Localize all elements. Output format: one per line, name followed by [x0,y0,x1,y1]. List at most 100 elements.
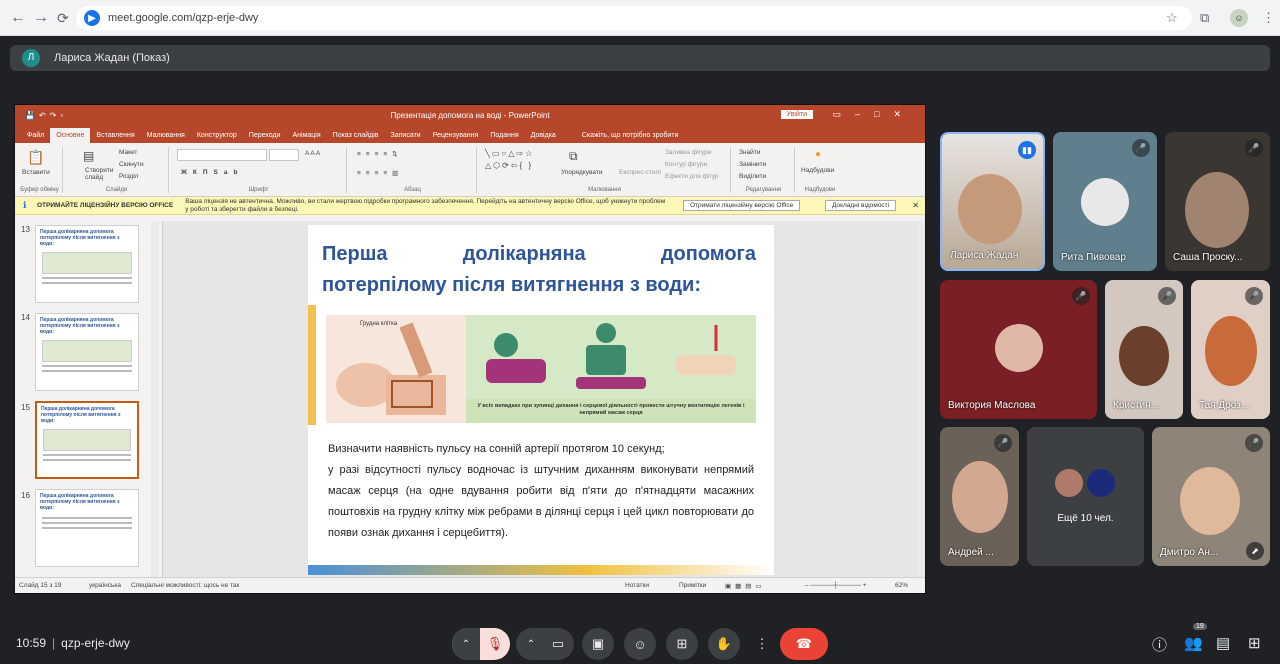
participant-tile[interactable]: 🎤 Саша Проску... [1165,132,1270,271]
reactions-button[interactable]: ☺ [624,628,656,660]
comments-button[interactable]: Примітки [679,582,706,589]
shape-outline-button[interactable]: Контур фігури [665,161,707,168]
present-icon: ⊞ [676,636,688,651]
close-icon[interactable]: ✕ [912,201,919,210]
chevron-up-icon[interactable]: ⌃ [452,628,480,660]
notes-button[interactable]: Нотатки [625,582,649,589]
list-icons[interactable]: ≡≡≡≡⇅ [357,150,403,158]
zoom-slider[interactable]: – ─────┼───── + [805,582,867,589]
mic-off-icon[interactable]: 🎙 [480,636,510,652]
paste-icon[interactable]: 📋 [27,149,44,166]
forward-icon[interactable]: → [33,9,49,27]
replace-button[interactable]: Замінити [739,161,766,168]
shapes-gallery[interactable]: ╲▭○△⇨☆ [485,149,534,158]
login-button[interactable]: Увійти [780,110,813,119]
thumbnail-scrollbar[interactable] [151,221,159,579]
bookmark-star-icon[interactable]: ☆ [1166,10,1178,26]
address-bar[interactable]: ▶ meet.google.com/qzp-erje-dwy [76,6,1192,30]
font-family-select[interactable] [177,149,267,161]
ribbon-tab[interactable]: Конструктор [191,132,243,143]
ribbon-tab[interactable]: Записати [385,132,427,143]
more-participants-tile[interactable]: Ещё 10 чел. [1027,427,1144,566]
chevron-up-icon[interactable]: ⌃ [518,639,544,650]
camera-icon[interactable]: ▭ [544,636,572,652]
addins-button[interactable]: Надбудови [801,167,834,174]
font-format-icons[interactable]: ЖКПSab [181,169,243,176]
camera-control[interactable]: ⌃ ▭ [516,628,574,660]
reset-button[interactable]: Скинути [119,161,144,168]
slide-thumbnail[interactable]: Перша долікарняна допомога потерпілому п… [35,489,139,567]
window-controls[interactable]: ▭–□✕ [833,109,916,120]
arrange-button[interactable]: Упорядкувати [561,169,602,176]
more-info-button[interactable]: Докладні відомості [825,200,897,211]
time-text: 10:59 [16,636,47,650]
ribbon-tab[interactable]: Малювання [141,132,191,143]
participant-tile[interactable]: 🎤 Виктория Маслова [940,280,1097,419]
addins-icon[interactable]: ● [815,149,821,160]
info-icon[interactable]: ⓘ [1152,634,1167,655]
profile-avatar[interactable]: ☺ [1230,9,1248,27]
arrange-icon[interactable]: ⧉ [569,149,578,164]
new-slide-icon[interactable]: ▤ [83,149,94,163]
thumb-image [43,429,131,451]
slide-scrollbar[interactable] [917,221,925,579]
select-button[interactable]: Виділити [739,173,766,180]
ribbon-tab[interactable]: Показ слайдів [327,132,385,143]
layout-button[interactable]: Макет [119,149,137,156]
present-button[interactable]: ⊞ [666,628,698,660]
section-button[interactable]: Розділ [119,173,138,180]
shape-fill-button[interactable]: Заливка фігури [665,149,711,156]
shape-effects-button[interactable]: Ефекти для фігур [665,173,719,180]
find-button[interactable]: Знайти [739,149,760,156]
view-icons[interactable]: ▣▦▤▭ [725,582,766,590]
font-size-icons[interactable]: A A A [305,150,320,157]
ribbon-tab[interactable]: Рецензування [427,132,485,143]
activities-icon[interactable]: ⊞ [1248,634,1261,652]
slide-thumbnail[interactable]: Перша долікарняна допомога потерпілому п… [35,313,139,391]
slide-thumbnail[interactable]: Перша долікарняна допомога потерпілому п… [35,225,139,303]
participant-tile[interactable]: 🎤 Андрей ... [940,427,1019,566]
participant-tile[interactable]: ▮▮ Лариса Жадан [940,132,1045,271]
language-status[interactable]: українська [89,582,121,589]
align-icons[interactable]: ≡≡≡≡▥ [357,169,403,177]
ribbon-tab[interactable]: Подання [484,132,524,143]
shapes-gallery-row2[interactable]: △⬡⟳⇦{ } [485,161,533,170]
mic-off-icon: 🎤 [1132,139,1150,157]
paste-button[interactable]: Вставити [22,169,50,176]
captions-button[interactable]: ▣ [582,628,614,660]
ribbon-tab[interactable]: Файл [21,132,50,143]
participant-tile[interactable]: 🎤 Кристин... [1105,280,1183,419]
get-license-button[interactable]: Отримати ліцензійну версію Office [683,200,801,211]
slide-thumbnail-selected[interactable]: Перша долікарняна допомога потерпілому п… [35,401,139,479]
participant-tile[interactable]: 🎤 Рита Пивовар [1053,132,1157,271]
ribbon-tab[interactable]: Довідка [525,132,562,143]
emoji-icon: ☺ [633,636,647,652]
browser-menu-icon[interactable]: ⋮ [1262,10,1275,26]
ribbon-tab[interactable]: Анімація [287,132,327,143]
new-slide-button[interactable]: Створити слайд [85,167,115,181]
mic-control[interactable]: ⌃ 🎙 [452,628,510,660]
people-icon[interactable]: 👥 [1184,634,1203,652]
ribbon-tab[interactable]: Вставлення [90,132,140,143]
more-options-button[interactable]: ⋮ [750,628,774,660]
participant-tile[interactable]: 🎤 Тая Дроз... [1191,280,1270,419]
participant-tile[interactable]: 🎤 Дмитро Ан... ⬈ [1152,427,1270,566]
zoom-level[interactable]: 62% [895,582,908,589]
ribbon-tab[interactable]: Основне [50,128,91,143]
ribbon-tab[interactable]: Переходи [243,132,287,143]
current-slide[interactable]: Перша долікарняна допомога потерпілому п… [308,225,774,575]
chat-icon[interactable]: ▤ [1216,634,1230,652]
quick-styles-button[interactable]: Експрес-стилі [619,169,661,176]
leave-call-button[interactable]: ☎ [780,628,828,660]
accessibility-status[interactable]: Спеціальні можливості: щось не так [131,582,239,589]
tell-me-search[interactable]: Скажіть, що потрібно зробити [576,132,685,143]
font-size-select[interactable] [269,149,299,161]
slide-title-word: долікарняна [462,243,586,265]
reload-icon[interactable]: ⟳ [57,9,69,27]
addins-group-label: Надбудови [804,187,836,193]
slide-title: Перша долікарняна допомога потерпілому п… [322,239,756,301]
pin-icon[interactable]: ⬈ [1246,542,1264,560]
back-icon[interactable]: ← [10,9,26,27]
raise-hand-button[interactable]: ✋ [708,628,740,660]
extensions-icon[interactable]: ⧉ [1200,10,1209,26]
